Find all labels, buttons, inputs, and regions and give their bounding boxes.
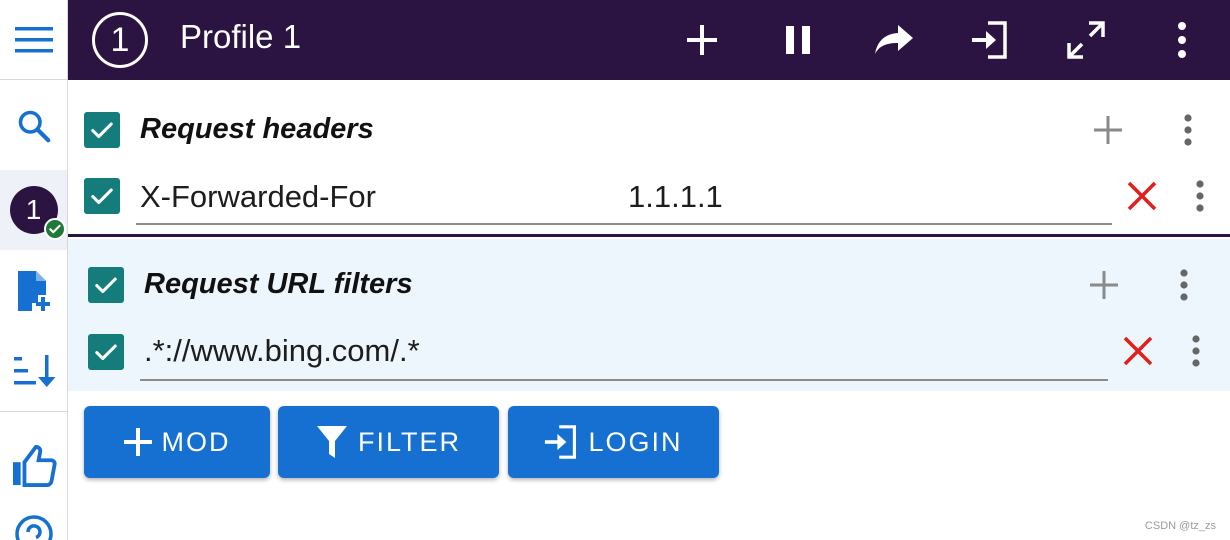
request-headers-section: Request headers X-Forwarded-For 1.1.1.1 [68,86,1230,236]
like-button[interactable] [0,426,67,506]
close-icon [1123,336,1153,366]
more-vert-icon [1184,114,1192,146]
add-button[interactable] [676,14,728,66]
request-headers-title: Request headers [140,113,374,145]
more-vert-icon [1178,22,1186,58]
more-vert-icon [1196,180,1204,212]
check-icon [95,344,117,361]
help-button[interactable] [0,512,67,540]
filter-row-underline [140,379,1108,381]
more-options-button[interactable] [1156,14,1208,66]
request-headers-checkbox[interactable] [84,112,120,148]
close-icon [1127,181,1157,211]
more-vert-icon [1180,269,1188,301]
login-icon [545,425,577,459]
share-arrow-icon [875,25,913,54]
profile-avatar-number: 1 [25,194,42,225]
profile-title[interactable]: Profile 1 [180,18,301,56]
add-header-button[interactable] [1086,108,1130,152]
headers-more-button[interactable] [1166,108,1210,152]
add-mod-label: MOD [161,426,231,457]
add-login-label: LOGIN [588,426,683,457]
pause-button[interactable] [772,14,824,66]
add-file-icon [17,271,50,311]
filters-more-button[interactable] [1162,263,1206,307]
share-button[interactable] [868,14,920,66]
add-filter-button[interactable] [1082,263,1126,307]
add-login-button[interactable]: LOGIN [508,406,719,478]
url-filters-section: Request URL filters .*://www.bing.com/.* [68,239,1230,391]
more-vert-icon [1192,335,1200,367]
add-mod-button[interactable]: MOD [84,406,270,478]
url-filters-checkbox[interactable] [88,267,124,303]
plus-icon [123,428,152,456]
check-icon [95,277,117,294]
filter-row-more-button[interactable] [1174,329,1218,373]
add-filter-action-button[interactable]: FILTER [278,406,499,478]
header-name-field[interactable]: X-Forwarded-For [140,179,376,215]
profile-number-badge: 1 [92,12,148,68]
plus-icon [1090,271,1118,299]
filter-row-checkbox[interactable] [88,334,124,370]
add-filter-label: FILTER [357,426,461,457]
header-row-underline [136,223,1112,225]
expand-icon [1067,21,1105,59]
sort-button[interactable] [0,330,67,412]
profile-number: 1 [110,20,130,59]
watermark: CSDN @tz_zs [1144,520,1216,532]
profile-avatar: 1 [9,186,66,240]
login-button-top[interactable] [964,14,1016,66]
fullscreen-button[interactable] [1060,14,1112,66]
sort-icon [13,354,55,387]
thumbs-up-icon [12,445,57,487]
sidebar-profile-1[interactable]: 1 [0,170,67,250]
menu-button[interactable] [0,0,67,80]
plus-icon [687,25,717,55]
delete-filter-button[interactable] [1116,329,1160,373]
login-icon [972,21,1007,59]
plus-icon [1094,116,1122,144]
check-icon [91,188,113,205]
search-button[interactable] [0,82,67,170]
header-row-checkbox[interactable] [84,178,120,214]
section-divider [68,234,1230,237]
search-icon [18,110,50,143]
delete-header-button[interactable] [1120,174,1164,218]
check-icon [91,122,113,139]
url-filters-title: Request URL filters [144,268,413,300]
top-bar: 1 Profile 1 [68,0,1230,80]
header-row-more-button[interactable] [1178,174,1222,218]
help-icon [14,515,53,540]
sidebar: 1 [0,0,68,540]
add-profile-button[interactable] [0,256,67,326]
pause-icon [786,26,810,54]
filter-funnel-icon [316,426,347,458]
hamburger-menu-icon [14,26,53,52]
active-check-icon [43,218,66,240]
header-value-field[interactable]: 1.1.1.1 [628,179,723,215]
url-filter-field[interactable]: .*://www.bing.com/.* [144,333,420,369]
